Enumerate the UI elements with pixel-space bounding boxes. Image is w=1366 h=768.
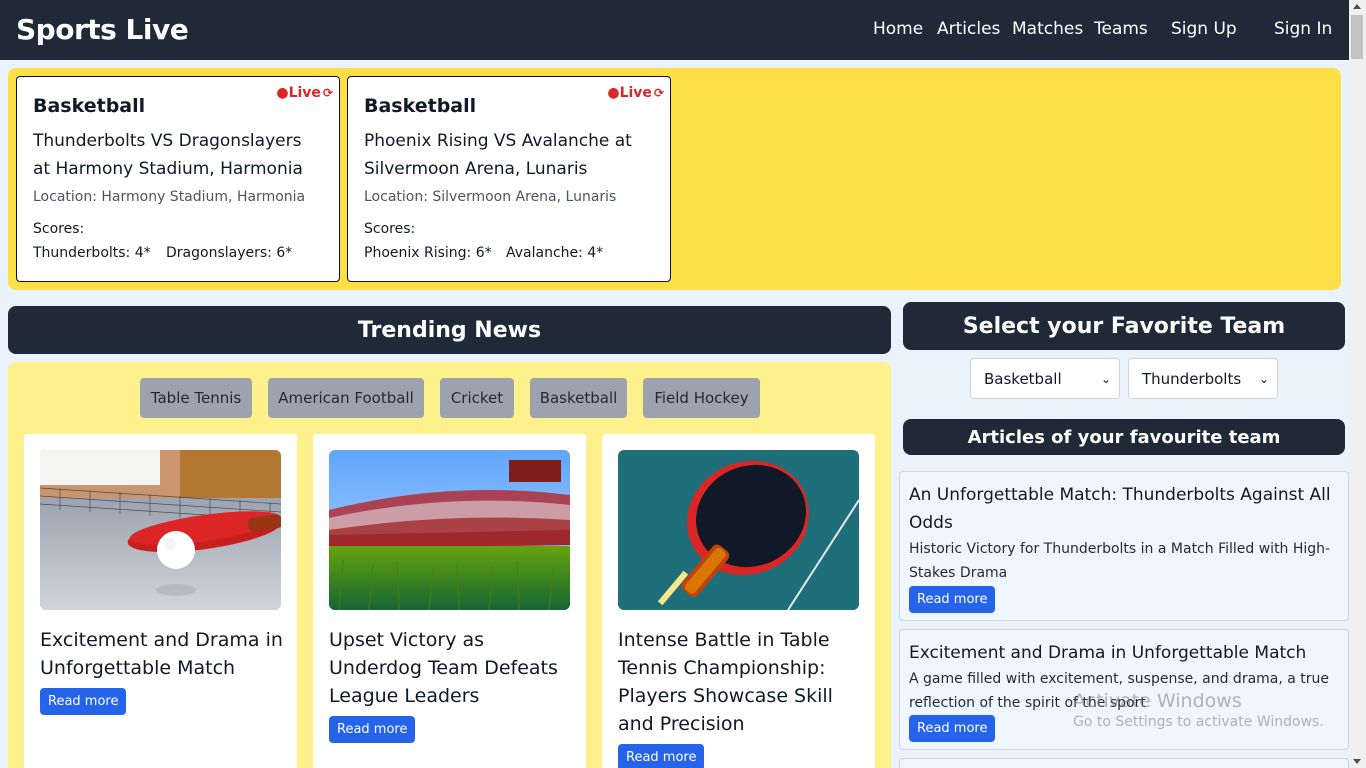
news-card[interactable]: Intense Battle in Table Tennis Champions…: [602, 434, 875, 768]
match-location: Location: Silvermoon Arena, Lunaris: [364, 189, 617, 205]
read-more-button[interactable]: Read more: [909, 586, 996, 613]
brand-logo[interactable]: Sports Live: [16, 13, 189, 46]
score-team-b: Dragonslayers: 6*: [166, 245, 293, 261]
article-read-more: Read more: [909, 715, 996, 742]
match-title: Phoenix Rising VS Avalanche at Silvermoo…: [364, 131, 632, 179]
match-title: Thunderbolts VS Dragonslayers at Harmony…: [33, 131, 303, 179]
scores-label: Scores:: [364, 221, 416, 237]
nav-sign-in[interactable]: Sign In: [1274, 19, 1332, 39]
score-team-a: Phoenix Rising: 6*: [364, 245, 492, 261]
article-read-more: Read more: [909, 586, 996, 613]
news-title: Upset Victory as Underdog Team Defeats L…: [329, 626, 574, 743]
refresh-icon[interactable]: ⟳: [654, 86, 664, 100]
article-title: Excitement and Drama in Unforgettable Ma…: [909, 643, 1307, 663]
filter-field-hockey[interactable]: Field Hockey: [643, 378, 760, 418]
live-label: ●Live: [607, 85, 652, 101]
news-area: Table Tennis American Football Cricket B…: [8, 362, 891, 768]
match-sport: Basketball: [364, 95, 477, 117]
nav-matches[interactable]: Matches: [1012, 19, 1083, 39]
activate-windows-watermark: Activate Windows: [1073, 690, 1242, 712]
read-more-button[interactable]: Read more: [40, 688, 127, 715]
team-select[interactable]: Thunderbolts ⌄: [1128, 358, 1278, 399]
navbar: Sports Live Home Articles Matches Teams …: [0, 0, 1349, 60]
news-title-text: Excitement and Drama in Unforgettable Ma…: [40, 629, 283, 679]
favorite-articles-title: Articles of your favourite team: [903, 419, 1345, 455]
nav-teams[interactable]: Teams: [1094, 19, 1148, 39]
live-match-card[interactable]: Basketball ●Live ⟳ Thunderbolts VS Dragon…: [16, 76, 340, 282]
score-team-b: Avalanche: 4*: [506, 245, 604, 261]
nav-articles[interactable]: Articles: [937, 19, 1000, 39]
article-title: An Unforgettable Match: Thunderbolts Aga…: [909, 485, 1331, 533]
scores-label: Scores:: [33, 221, 85, 237]
live-match-card[interactable]: Basketball ●Live ⟳ Phoenix Rising VS Aval…: [347, 76, 671, 282]
nav-sign-up[interactable]: Sign Up: [1171, 19, 1237, 39]
news-image[interactable]: [329, 450, 570, 610]
sport-select-value: Basketball: [984, 370, 1062, 388]
page-scrollbar[interactable]: [1349, 0, 1366, 768]
article-card[interactable]: [899, 758, 1349, 768]
favorite-team-title: Select your Favorite Team: [903, 302, 1345, 350]
refresh-icon[interactable]: ⟳: [323, 86, 333, 100]
live-indicator: ●Live ⟳: [276, 85, 333, 101]
scroll-thumb[interactable]: [1351, 15, 1363, 59]
news-image[interactable]: [618, 450, 859, 610]
activate-windows-hint: Go to Settings to activate Windows.: [1073, 714, 1324, 730]
trending-news-title: Trending News: [8, 306, 891, 354]
news-title: Excitement and Drama in Unforgettable Ma…: [40, 626, 285, 715]
news-card[interactable]: Upset Victory as Underdog Team Defeats L…: [313, 434, 586, 768]
news-title-text: Upset Victory as Underdog Team Defeats L…: [329, 629, 558, 707]
live-indicator: ●Live ⟳: [607, 85, 664, 101]
filter-table-tennis[interactable]: Table Tennis: [140, 378, 252, 418]
filter-basketball[interactable]: Basketball: [530, 378, 627, 418]
read-more-button[interactable]: Read more: [618, 744, 705, 768]
news-image[interactable]: [40, 450, 281, 610]
read-more-button[interactable]: Read more: [329, 716, 416, 743]
scroll-down-arrow-icon[interactable]: [1353, 759, 1361, 764]
live-label: ●Live: [276, 85, 321, 101]
chevron-down-icon: ⌄: [1258, 372, 1269, 386]
filter-american-football[interactable]: American Football: [268, 378, 424, 418]
filter-cricket[interactable]: Cricket: [440, 378, 514, 418]
nav-home[interactable]: Home: [873, 19, 923, 39]
article-description: Historic Victory for Thunderbolts in a M…: [909, 541, 1331, 581]
article-card[interactable]: An Unforgettable Match: Thunderbolts Aga…: [899, 471, 1349, 621]
live-matches-section: Basketball ●Live ⟳ Thunderbolts VS Dragon…: [8, 68, 1341, 290]
news-card[interactable]: Excitement and Drama in Unforgettable Ma…: [24, 434, 297, 768]
chevron-down-icon: ⌄: [1100, 372, 1111, 386]
sport-select[interactable]: Basketball ⌄: [970, 358, 1120, 399]
scroll-up-arrow-icon[interactable]: [1353, 4, 1361, 9]
read-more-button[interactable]: Read more: [909, 715, 996, 742]
news-title-text: Intense Battle in Table Tennis Champions…: [618, 629, 833, 735]
match-sport: Basketball: [33, 95, 146, 117]
news-title: Intense Battle in Table Tennis Champions…: [618, 626, 863, 768]
team-select-value: Thunderbolts: [1142, 370, 1242, 388]
match-location: Location: Harmony Stadium, Harmonia: [33, 189, 306, 205]
score-team-a: Thunderbolts: 4*: [33, 245, 151, 261]
